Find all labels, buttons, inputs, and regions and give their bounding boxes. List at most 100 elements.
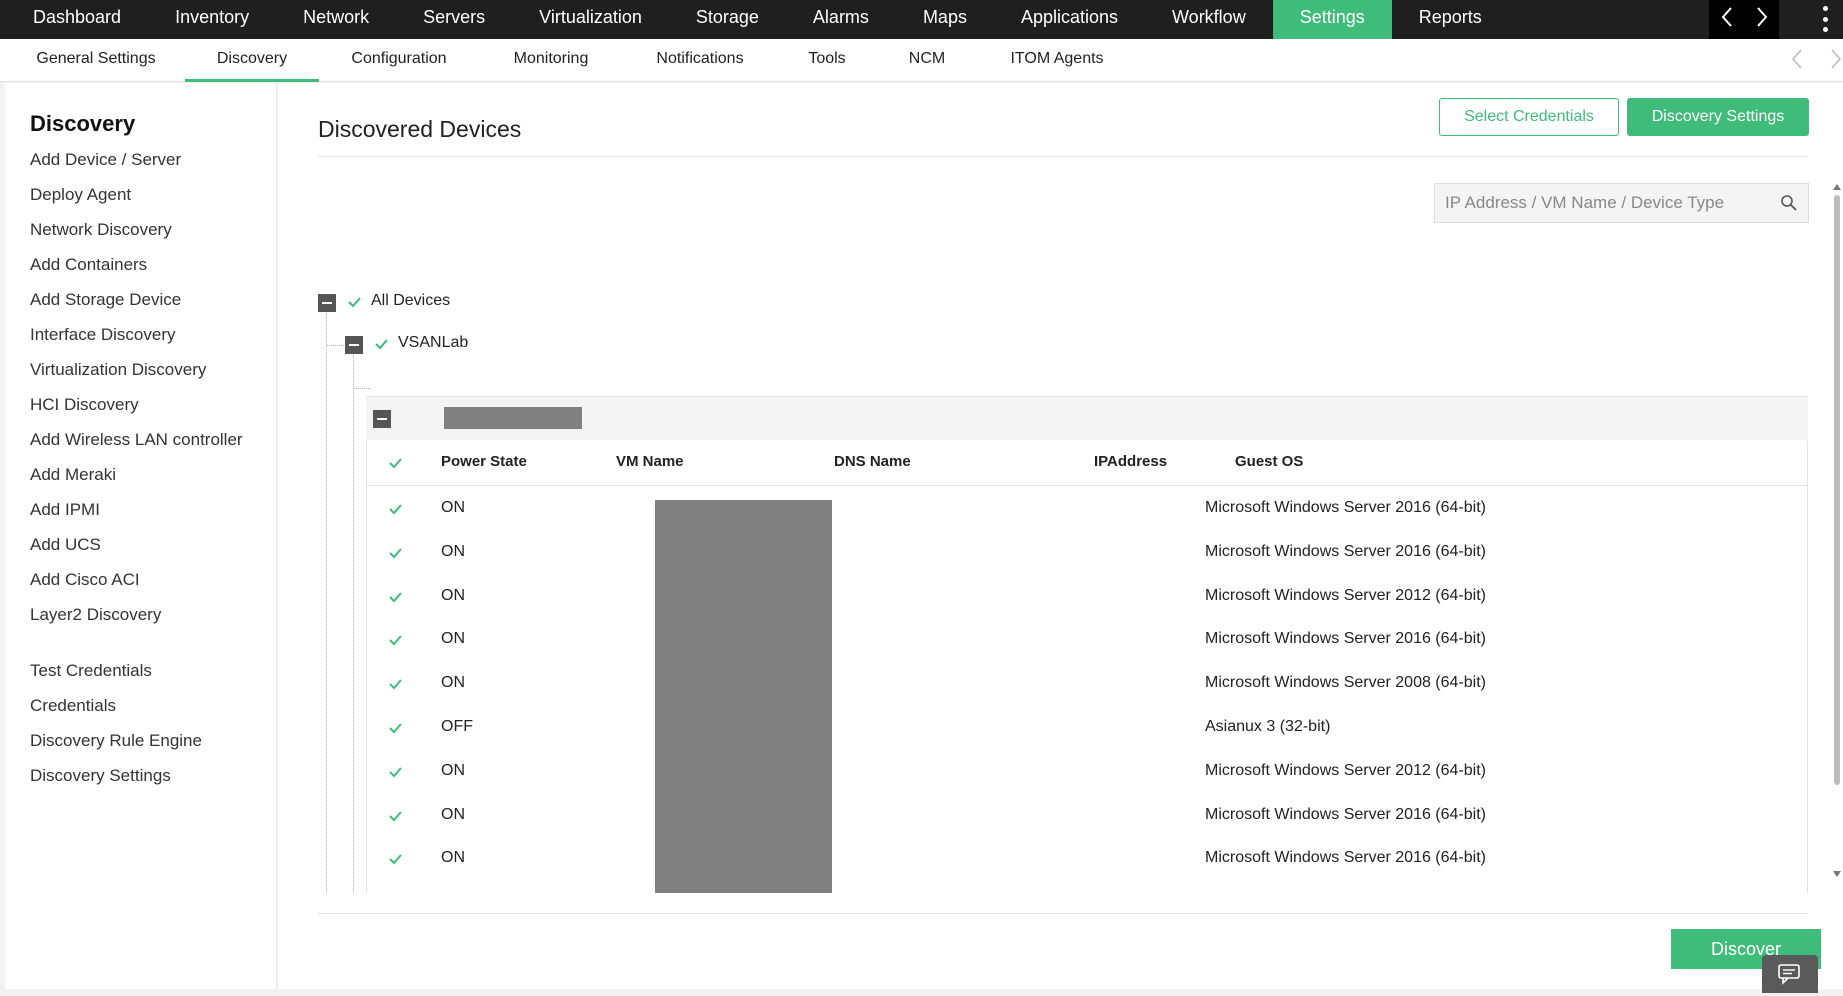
row-checkbox[interactable] [386, 500, 404, 518]
cell-guest-os: Microsoft Windows Server 2016 (64-bit) [1205, 499, 1486, 516]
sidebar-item-add-cisco-aci[interactable]: Add Cisco ACI [30, 570, 140, 590]
table-row[interactable]: ONMicrosoft Windows Server 2016 (64-bit) [367, 881, 1807, 893]
subnav-scroll-arrows [1790, 47, 1843, 73]
select-all-vms-checkbox[interactable] [386, 454, 404, 472]
cell-power-state: ON [441, 761, 465, 779]
heading-divider [318, 156, 1808, 157]
tab-tools[interactable]: Tools [795, 39, 859, 82]
sidebar-title: Discovery [30, 111, 136, 136]
vsanlab-checkbox[interactable] [372, 335, 390, 353]
nav-item-inventory[interactable]: Inventory [148, 0, 276, 39]
row-checkbox[interactable] [386, 763, 404, 781]
sidebar-item-add-ipmi[interactable]: Add IPMI [30, 500, 100, 520]
tree-connector [353, 355, 354, 893]
table-row[interactable]: ONMicrosoft Windows Server 2016 (64-bit) [367, 531, 1807, 575]
table-row[interactable]: ON Microsoft Windows Server 2012 (64-bit) [367, 575, 1807, 619]
nav-item-maps[interactable]: Maps [896, 0, 994, 39]
chevron-left-icon[interactable] [1790, 47, 1804, 73]
column-header-dns-name[interactable]: DNS Name [834, 453, 911, 470]
scroll-down-arrow-icon[interactable] [1833, 870, 1841, 878]
column-header-power-state[interactable]: Power State [441, 453, 527, 470]
sidebar-item-network-discovery[interactable]: Network Discovery [30, 220, 172, 240]
table-row[interactable]: ONMicrosoft Windows Server 2016 (64-bit) [367, 794, 1807, 838]
table-row[interactable]: ON Microsoft Windows Server 2012 (64-bit) [367, 750, 1807, 794]
footer-divider [318, 913, 1808, 914]
cell-guest-os: Microsoft Windows Server 2016 (64-bit) [1205, 542, 1486, 560]
sidebar-item-credentials[interactable]: Credentials [30, 696, 116, 716]
sidebar-item-deploy-agent[interactable]: Deploy Agent [30, 185, 131, 205]
nav-item-alarms[interactable]: Alarms [786, 0, 896, 39]
sidebar-item-add-containers[interactable]: Add Containers [30, 255, 147, 275]
nav-item-workflow[interactable]: Workflow [1145, 0, 1273, 39]
chat-icon[interactable] [1762, 955, 1818, 993]
row-checkbox[interactable] [386, 675, 404, 693]
sidebar-item-virtualization-discovery[interactable]: Virtualization Discovery [30, 360, 206, 380]
cell-power-state: ON [441, 586, 465, 604]
chevron-right-icon[interactable] [1755, 6, 1769, 33]
sidebar-item-discovery-rule-engine[interactable]: Discovery Rule Engine [30, 731, 202, 751]
sidebar-item-add-wireless-lan-controller[interactable]: Add Wireless LAN controller [30, 430, 243, 450]
table-row[interactable]: ONMicrosoft Windows Server 2016 (64-bit) [367, 487, 1807, 531]
tab-monitoring[interactable]: Monitoring [498, 39, 604, 82]
sidebar-item-layer2-discovery[interactable]: Layer2 Discovery [30, 605, 161, 625]
sidebar-item-add-device-server[interactable]: Add Device / Server [30, 150, 181, 170]
collapse-vsanlab-icon[interactable] [345, 336, 363, 354]
cell-power-state: ON [441, 849, 465, 867]
nav-item-settings[interactable]: Settings [1272, 0, 1392, 39]
table-row[interactable]: ONMicrosoft Windows Server 2016 (64-bit) [367, 837, 1807, 881]
sidebar-item-test-credentials[interactable]: Test Credentials [30, 661, 152, 681]
nav-item-virtualization[interactable]: Virtualization [512, 0, 669, 39]
column-header-vm-name[interactable]: VM Name [616, 453, 684, 470]
tab-discovery[interactable]: Discovery [185, 39, 319, 82]
collapse-all-devices-icon[interactable] [318, 294, 336, 312]
table-row[interactable]: ONMicrosoft Windows Server 2016 (64-bit) [367, 618, 1807, 662]
cell-power-state: ON [441, 805, 465, 823]
sidebar-item-add-ucs[interactable]: Add UCS [30, 535, 101, 555]
row-checkbox[interactable] [386, 850, 404, 868]
nav-item-applications[interactable]: Applications [994, 0, 1145, 39]
row-checkbox[interactable] [386, 807, 404, 825]
tab-general-settings[interactable]: General Settings [8, 39, 184, 82]
nav-item-storage[interactable]: Storage [669, 0, 786, 39]
nav-item-reports[interactable]: Reports [1392, 0, 1509, 39]
host-group-header [366, 396, 1808, 440]
tab-notifications[interactable]: Notifications [640, 39, 760, 82]
sidebar-item-interface-discovery[interactable]: Interface Discovery [30, 325, 176, 345]
row-checkbox[interactable] [386, 719, 404, 737]
nav-item-network[interactable]: Network [276, 0, 396, 39]
cell-guest-os: Microsoft Windows Server 2012 (64-bit) [1205, 761, 1486, 779]
sidebar-item-hci-discovery[interactable]: HCI Discovery [30, 395, 139, 415]
tree-connector [327, 345, 344, 346]
table-row[interactable]: OFF Asianux 3 (32-bit) [367, 706, 1807, 750]
redacted-host-name [444, 407, 582, 429]
scroll-up-arrow-icon[interactable] [1833, 183, 1841, 191]
cell-guest-os: Microsoft Windows Server 2008 (64-bit) [1205, 674, 1486, 692]
vsanlab-label: VSANLab [398, 334, 469, 351]
column-header-guest-os[interactable]: Guest OS [1235, 453, 1303, 470]
row-checkbox[interactable] [386, 631, 404, 649]
tab-configuration[interactable]: Configuration [334, 39, 464, 82]
all-devices-label: All Devices [371, 292, 451, 309]
nav-item-dashboard[interactable]: Dashboard [0, 0, 148, 39]
chevron-right-icon[interactable] [1829, 47, 1843, 73]
row-checkbox[interactable] [386, 544, 404, 562]
tab-ncm[interactable]: NCM [895, 39, 959, 82]
sidebar-item-add-storage-device[interactable]: Add Storage Device [30, 290, 181, 310]
table-row[interactable]: ON Microsoft Windows Server 2008 (64-bit) [367, 662, 1807, 706]
column-header-ip-address[interactable]: IPAddress [1094, 453, 1167, 470]
chevron-left-icon[interactable] [1720, 6, 1734, 33]
main-content: Discovered Devices Select Credentials Di… [278, 83, 1843, 989]
collapse-host-icon[interactable] [373, 410, 391, 428]
select-credentials-button[interactable]: Select Credentials [1439, 98, 1619, 136]
discovery-settings-button[interactable]: Discovery Settings [1627, 98, 1809, 136]
scrollbar-thumb[interactable] [1834, 195, 1840, 785]
all-devices-checkbox[interactable] [345, 293, 363, 311]
sidebar-item-add-meraki[interactable]: Add Meraki [30, 465, 116, 485]
table-scrollbar[interactable] [1833, 183, 1841, 878]
row-checkbox[interactable] [386, 588, 404, 606]
tab-itom-agents[interactable]: ITOM Agents [997, 39, 1117, 82]
kebab-menu-icon[interactable] [1820, 6, 1830, 32]
cell-guest-os: Microsoft Windows Server 2012 (64-bit) [1205, 586, 1486, 604]
nav-item-servers[interactable]: Servers [396, 0, 512, 39]
sidebar-item-discovery-settings[interactable]: Discovery Settings [30, 766, 171, 786]
